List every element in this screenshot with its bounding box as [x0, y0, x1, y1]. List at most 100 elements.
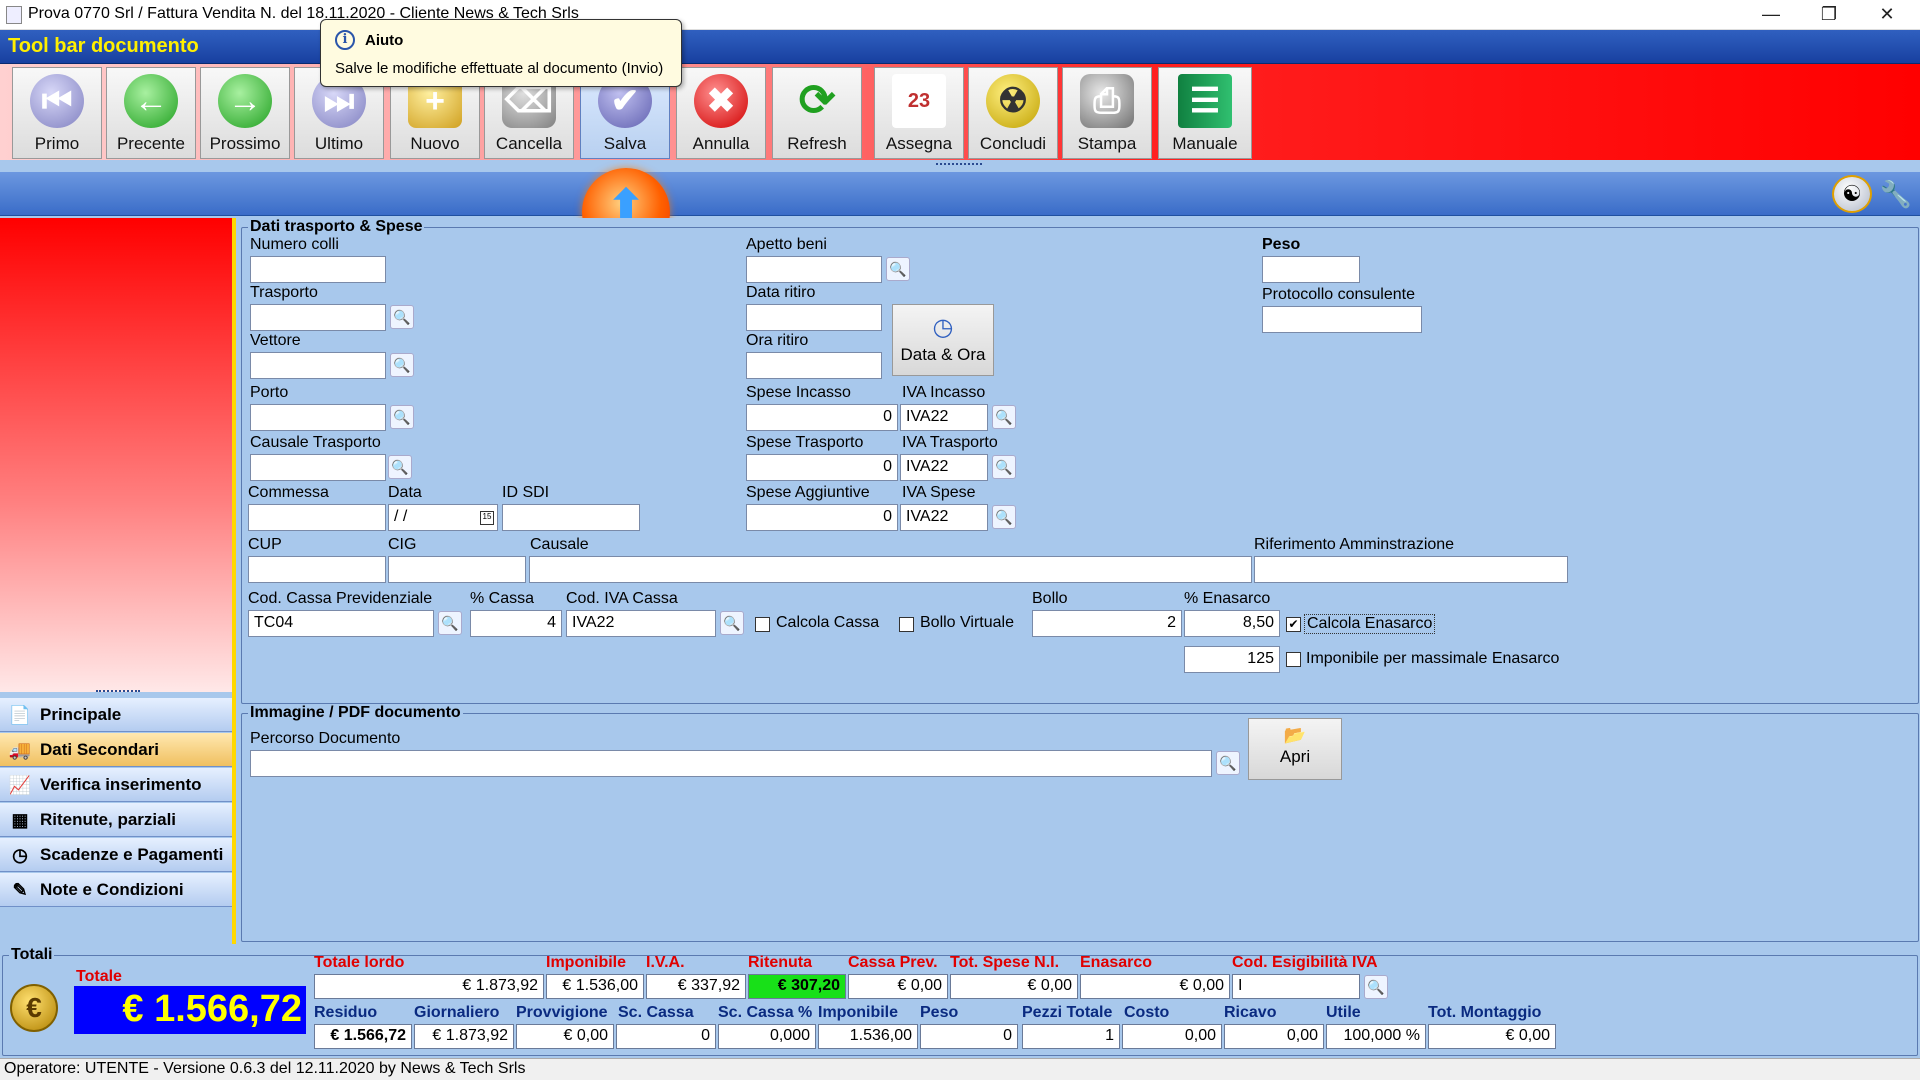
percorso-input[interactable]: [250, 750, 1212, 777]
calcola-cassa-checkbox[interactable]: [755, 617, 770, 632]
numero-colli-input[interactable]: [250, 256, 386, 283]
cassa-prev-label: Cassa Prev.: [848, 954, 938, 971]
totale-lordo-value: € 1.873,92: [314, 974, 544, 999]
bollo-input[interactable]: 2: [1032, 610, 1182, 637]
totale-value: € 1.566,72: [74, 986, 306, 1034]
imponibile-massimale-checkbox[interactable]: [1286, 652, 1301, 667]
causale-input[interactable]: [529, 556, 1252, 583]
precente-button[interactable]: ← Precente: [106, 67, 196, 159]
ora-ritiro-input[interactable]: [746, 352, 882, 379]
trasporto-lookup-icon[interactable]: 🔍: [390, 305, 414, 329]
iva-incasso-input[interactable]: IVA22: [900, 404, 988, 431]
iva-trasporto-label: IVA Trasporto: [902, 434, 998, 451]
iva-incasso-lookup-icon[interactable]: 🔍: [992, 405, 1016, 429]
tot-spese-ni-value: € 0,00: [950, 974, 1078, 999]
vettore-lookup-icon[interactable]: 🔍: [390, 353, 414, 377]
utile-value: 100,000 %: [1326, 1024, 1426, 1049]
peso-input[interactable]: [1262, 256, 1360, 283]
cod-esigibilita-input[interactable]: I: [1232, 974, 1360, 999]
nav-verifica-inserimento[interactable]: 📈 Verifica inserimento: [0, 768, 232, 802]
nav-ritenute-parziali[interactable]: ▦ Ritenute, parziali: [0, 803, 232, 837]
info-icon: i: [335, 30, 355, 50]
vettore-input[interactable]: [250, 352, 386, 379]
spese-trasporto-input[interactable]: 0: [746, 454, 898, 481]
data-ora-label: Data & Ora: [900, 345, 986, 364]
assegna-button[interactable]: 23 Assegna: [874, 67, 964, 159]
cod-iva-cassa-input[interactable]: IVA22: [566, 610, 716, 637]
numero-colli-label: Numero colli: [250, 236, 339, 253]
id-sdi-input[interactable]: [502, 504, 640, 531]
primo-button[interactable]: ⏮ Primo: [12, 67, 102, 159]
refresh-button[interactable]: ⟳ Refresh: [772, 67, 862, 159]
toolbar-splitter[interactable]: [936, 163, 982, 169]
nav-scadenze-pagamenti[interactable]: ◷ Scadenze e Pagamenti: [0, 838, 232, 872]
iva-trasporto-input[interactable]: IVA22: [900, 454, 988, 481]
printer-icon: ⎙: [1080, 74, 1134, 128]
nav-dati-secondari[interactable]: 🚚 Dati Secondari: [0, 733, 232, 767]
commessa-input[interactable]: [248, 504, 386, 531]
stampa-button[interactable]: ⎙ Stampa: [1062, 67, 1152, 159]
iva-spese-input[interactable]: IVA22: [900, 504, 988, 531]
massimale-input[interactable]: 125: [1184, 646, 1280, 673]
causale-trasporto-input[interactable]: [250, 454, 386, 481]
cup-input[interactable]: [248, 556, 386, 583]
manuale-button[interactable]: ☰ Manuale: [1158, 67, 1252, 159]
check-chart-icon: 📈: [8, 775, 32, 795]
data-ritiro-input[interactable]: [746, 304, 882, 331]
cod-cassa-input[interactable]: TC04: [248, 610, 434, 637]
cig-label: CIG: [388, 536, 417, 553]
refresh-icon: ⟳: [798, 76, 836, 125]
cod-esigibilita-label: Cod. Esigibilità IVA: [1232, 954, 1378, 971]
iva-trasporto-lookup-icon[interactable]: 🔍: [992, 455, 1016, 479]
id-sdi-label: ID SDI: [502, 484, 550, 501]
causale-trasporto-lookup-icon[interactable]: 🔍: [388, 455, 412, 479]
help-tooltip: i Aiuto Salve le modifiche effettuate al…: [320, 19, 682, 87]
apetto-beni-input[interactable]: [746, 256, 882, 283]
rif-amm-input[interactable]: [1254, 556, 1568, 583]
cig-input[interactable]: [388, 556, 526, 583]
data-ora-button[interactable]: ◷ Data & Ora: [892, 304, 994, 376]
iva-spese-lookup-icon[interactable]: 🔍: [992, 505, 1016, 529]
app-window: Prova 0770 Srl / Fattura Vendita N. del …: [0, 0, 1920, 1080]
bollo-virtuale-label: Bollo Virtuale: [920, 614, 1014, 631]
bollo-virtuale-checkbox[interactable]: [899, 617, 914, 632]
data-ritiro-label: Data ritiro: [746, 284, 816, 301]
cod-iva-cassa-lookup-icon[interactable]: 🔍: [720, 611, 744, 635]
perc-cassa-input[interactable]: 4: [470, 610, 562, 637]
cod-esigibilita-lookup-icon[interactable]: 🔍: [1364, 975, 1388, 999]
calendar-icon[interactable]: 15: [480, 511, 494, 525]
apri-button[interactable]: 📂 Apri: [1248, 718, 1342, 780]
trasporto-input[interactable]: [250, 304, 386, 331]
spese-incasso-label: Spese Incasso: [746, 384, 851, 401]
calcola-enasarco-checkbox[interactable]: ✔: [1286, 617, 1301, 632]
prossimo-button[interactable]: → Prossimo: [200, 67, 290, 159]
perc-enasarco-input[interactable]: 8,50: [1184, 610, 1280, 637]
clock-settings-icon[interactable]: ☯: [1832, 175, 1872, 213]
peso2-value: 0: [920, 1024, 1018, 1049]
porto-lookup-icon[interactable]: 🔍: [390, 405, 414, 429]
totals-legend: Totali: [11, 946, 53, 963]
spese-incasso-input[interactable]: 0: [746, 404, 898, 431]
wrench-icon[interactable]: 🔧: [1878, 176, 1914, 212]
spese-aggiuntive-input[interactable]: 0: [746, 504, 898, 531]
imponibile-value: € 1.536,00: [546, 974, 644, 999]
data-label: Data: [388, 484, 422, 501]
close-button[interactable]: ✕: [1858, 0, 1916, 30]
bollo-label: Bollo: [1032, 590, 1068, 607]
tot-montaggio-label: Tot. Montaggio: [1428, 1004, 1542, 1021]
nav-principale[interactable]: 📄 Principale: [0, 698, 232, 732]
minimize-button[interactable]: —: [1742, 0, 1800, 30]
porto-input[interactable]: [250, 404, 386, 431]
ritenuta-label: Ritenuta: [748, 954, 812, 971]
apetto-beni-lookup-icon[interactable]: 🔍: [886, 257, 910, 281]
cod-cassa-lookup-icon[interactable]: 🔍: [438, 611, 462, 635]
percorso-lookup-icon[interactable]: 🔍: [1216, 751, 1240, 775]
nav-note-condizioni[interactable]: ✎ Note e Condizioni: [0, 873, 232, 907]
ritenuta-value: € 307,20: [748, 974, 846, 999]
restore-button[interactable]: ❐: [1800, 0, 1858, 30]
annulla-button[interactable]: ✖ Annulla: [676, 67, 766, 159]
causale-trasporto-label: Causale Trasporto: [250, 434, 381, 451]
concludi-button[interactable]: ☢ Concludi: [968, 67, 1058, 159]
protocollo-input[interactable]: [1262, 306, 1422, 333]
notes-icon: ✎: [12, 880, 28, 900]
